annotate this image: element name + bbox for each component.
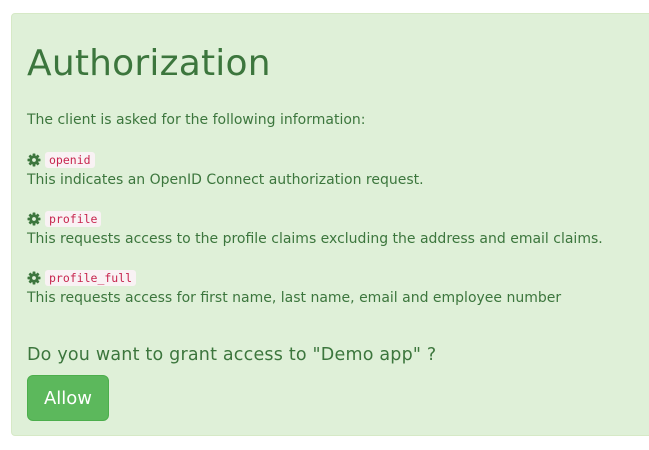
scope-item-openid: openid This indicates an OpenID Connect … (27, 150, 647, 190)
gear-icon (27, 271, 41, 285)
scope-item-profile: profile This requests access to the prof… (27, 209, 647, 249)
scope-name: profile (45, 211, 102, 227)
grant-question: Do you want to grant access to "Demo app… (27, 345, 437, 365)
scope-name: profile_full (45, 270, 137, 286)
intro-text: The client is asked for the following in… (27, 112, 366, 128)
allow-button[interactable]: Allow (27, 375, 109, 421)
scope-description: This indicates an OpenID Connect authori… (27, 172, 424, 188)
gear-icon (27, 153, 41, 167)
scope-description: This requests access for first name, las… (27, 290, 562, 306)
authorization-panel: Authorization The client is asked for th… (11, 13, 649, 436)
page-title: Authorization (27, 43, 271, 84)
scope-name: openid (45, 152, 95, 168)
gear-icon (27, 212, 41, 226)
scope-item-profile-full: profile_full This requests access for fi… (27, 268, 647, 308)
scope-description: This requests access to the profile clai… (27, 231, 603, 247)
